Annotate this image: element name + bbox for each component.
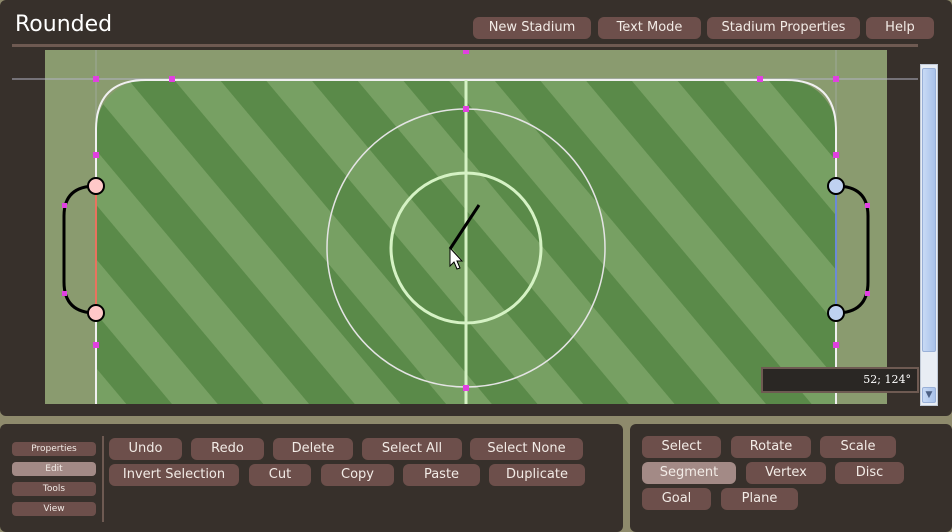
vertex-handle[interactable] [93, 342, 99, 348]
vertex-handle[interactable] [463, 385, 469, 391]
tab-edit[interactable]: Edit [12, 462, 96, 476]
delete-button[interactable]: Delete [273, 438, 353, 460]
vertex-handle[interactable] [833, 342, 839, 348]
vertex-handle[interactable] [833, 76, 839, 82]
side-tab-divider [102, 436, 104, 522]
vertex-handle[interactable] [833, 152, 839, 158]
tab-tools[interactable]: Tools [12, 482, 96, 496]
copy-button[interactable]: Copy [321, 464, 394, 486]
paste-button[interactable]: Paste [403, 464, 480, 486]
vertex-handle[interactable] [757, 76, 763, 82]
coordinate-readout: 52; 124° [761, 367, 919, 393]
vertex-handle[interactable] [463, 106, 469, 112]
text-mode-button[interactable]: Text Mode [598, 17, 701, 39]
stadium-title: Rounded [15, 12, 113, 37]
vertex-handle[interactable] [93, 152, 99, 158]
vertex-handle[interactable] [865, 291, 870, 296]
redo-button[interactable]: Redo [191, 438, 264, 460]
invert-selection-button[interactable]: Invert Selection [109, 464, 239, 486]
cut-button[interactable]: Cut [249, 464, 311, 486]
vertex-handle[interactable] [463, 50, 469, 54]
duplicate-button[interactable]: Duplicate [489, 464, 585, 486]
edit-panel: Properties Edit Tools View Undo Redo Del… [0, 424, 623, 532]
vertical-scrollbar[interactable]: ▼ [920, 64, 938, 406]
tool-select-button[interactable]: Select [642, 436, 721, 458]
vertex-handle[interactable] [62, 203, 67, 208]
stadium-canvas[interactable] [12, 50, 918, 404]
stadium-drawing[interactable] [12, 50, 918, 404]
tool-rotate-button[interactable]: Rotate [731, 436, 811, 458]
vertex-handle[interactable] [93, 76, 99, 82]
undo-button[interactable]: Undo [109, 438, 182, 460]
stadium-properties-button[interactable]: Stadium Properties [707, 17, 860, 39]
tool-plane-button[interactable]: Plane [721, 488, 798, 510]
new-stadium-button[interactable]: New Stadium [473, 17, 591, 39]
tool-vertex-button[interactable]: Vertex [746, 462, 826, 484]
vertex-handle[interactable] [865, 203, 870, 208]
vertex-handle[interactable] [62, 291, 67, 296]
tool-scale-button[interactable]: Scale [820, 436, 896, 458]
blue-goal-post-top[interactable] [827, 177, 845, 195]
tool-segment-button[interactable]: Segment [642, 462, 736, 484]
tool-disc-button[interactable]: Disc [835, 462, 904, 484]
red-goal-post-bottom[interactable] [87, 304, 105, 322]
tools-panel: Select Rotate Scale Segment Vertex Disc … [630, 424, 952, 532]
tool-goal-button[interactable]: Goal [642, 488, 711, 510]
select-all-button[interactable]: Select All [362, 438, 462, 460]
vertex-handle[interactable] [169, 76, 175, 82]
scroll-down-icon[interactable]: ▼ [922, 387, 936, 403]
tab-properties[interactable]: Properties [12, 442, 96, 456]
scrollbar-thumb[interactable] [922, 68, 936, 352]
select-none-button[interactable]: Select None [470, 438, 583, 460]
red-goal-post-top[interactable] [87, 177, 105, 195]
title-divider [12, 44, 918, 47]
blue-goal-post-bottom[interactable] [827, 304, 845, 322]
help-button[interactable]: Help [866, 17, 934, 39]
tab-view[interactable]: View [12, 502, 96, 516]
editor-panel: Rounded New Stadium Text Mode Stadium Pr… [0, 0, 952, 416]
